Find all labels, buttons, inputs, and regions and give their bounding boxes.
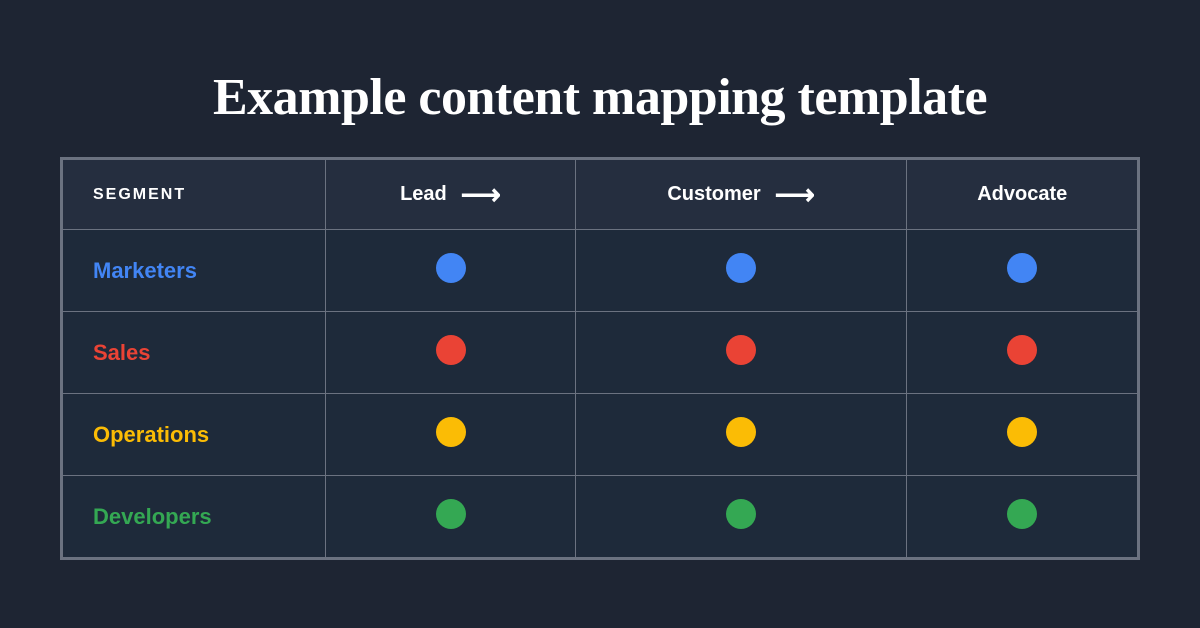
dot-icon-marketers bbox=[436, 253, 466, 283]
dot-icon-marketers bbox=[726, 253, 756, 283]
table-row: Developers bbox=[63, 476, 1138, 558]
dot-cell-sales-customer bbox=[575, 312, 907, 394]
dot-icon-developers bbox=[726, 499, 756, 529]
dot-icon-marketers bbox=[1007, 253, 1037, 283]
dot-icon-developers bbox=[1007, 499, 1037, 529]
segment-label-operations: Operations bbox=[63, 394, 326, 476]
dot-cell-developers-customer bbox=[575, 476, 907, 558]
dot-icon-operations bbox=[726, 417, 756, 447]
dot-icon-sales bbox=[726, 335, 756, 365]
dot-icon-operations bbox=[436, 417, 466, 447]
dot-cell-sales-advocate bbox=[907, 312, 1138, 394]
dot-icon-sales bbox=[436, 335, 466, 365]
dot-cell-developers-lead bbox=[326, 476, 576, 558]
dot-icon-developers bbox=[436, 499, 466, 529]
segment-label-developers: Developers bbox=[63, 476, 326, 558]
lead-column-header: Lead ⟶ bbox=[326, 160, 576, 230]
dot-cell-sales-lead bbox=[326, 312, 576, 394]
segment-column-header: SEGMENT bbox=[63, 160, 326, 230]
advocate-column-header: Advocate bbox=[907, 160, 1138, 230]
dot-cell-marketers-customer bbox=[575, 230, 907, 312]
dot-cell-marketers-lead bbox=[326, 230, 576, 312]
table-row: Operations bbox=[63, 394, 1138, 476]
dot-cell-operations-advocate bbox=[907, 394, 1138, 476]
content-mapping-table: SEGMENT Lead ⟶ Customer ⟶ Advoc bbox=[60, 157, 1140, 560]
dot-cell-operations-customer bbox=[575, 394, 907, 476]
table-header-row: SEGMENT Lead ⟶ Customer ⟶ Advoc bbox=[63, 160, 1138, 230]
customer-column-header: Customer ⟶ bbox=[575, 160, 907, 230]
table-row: Sales bbox=[63, 312, 1138, 394]
table-row: Marketers bbox=[63, 230, 1138, 312]
dot-cell-operations-lead bbox=[326, 394, 576, 476]
segment-label-marketers: Marketers bbox=[63, 230, 326, 312]
dot-icon-operations bbox=[1007, 417, 1037, 447]
dot-cell-developers-advocate bbox=[907, 476, 1138, 558]
dot-cell-marketers-advocate bbox=[907, 230, 1138, 312]
arrow-lead-to-customer-icon: ⟶ bbox=[461, 178, 501, 211]
arrow-customer-to-advocate-icon: ⟶ bbox=[775, 178, 815, 211]
page-title: Example content mapping template bbox=[213, 68, 987, 127]
dot-icon-sales bbox=[1007, 335, 1037, 365]
segment-label-sales: Sales bbox=[63, 312, 326, 394]
